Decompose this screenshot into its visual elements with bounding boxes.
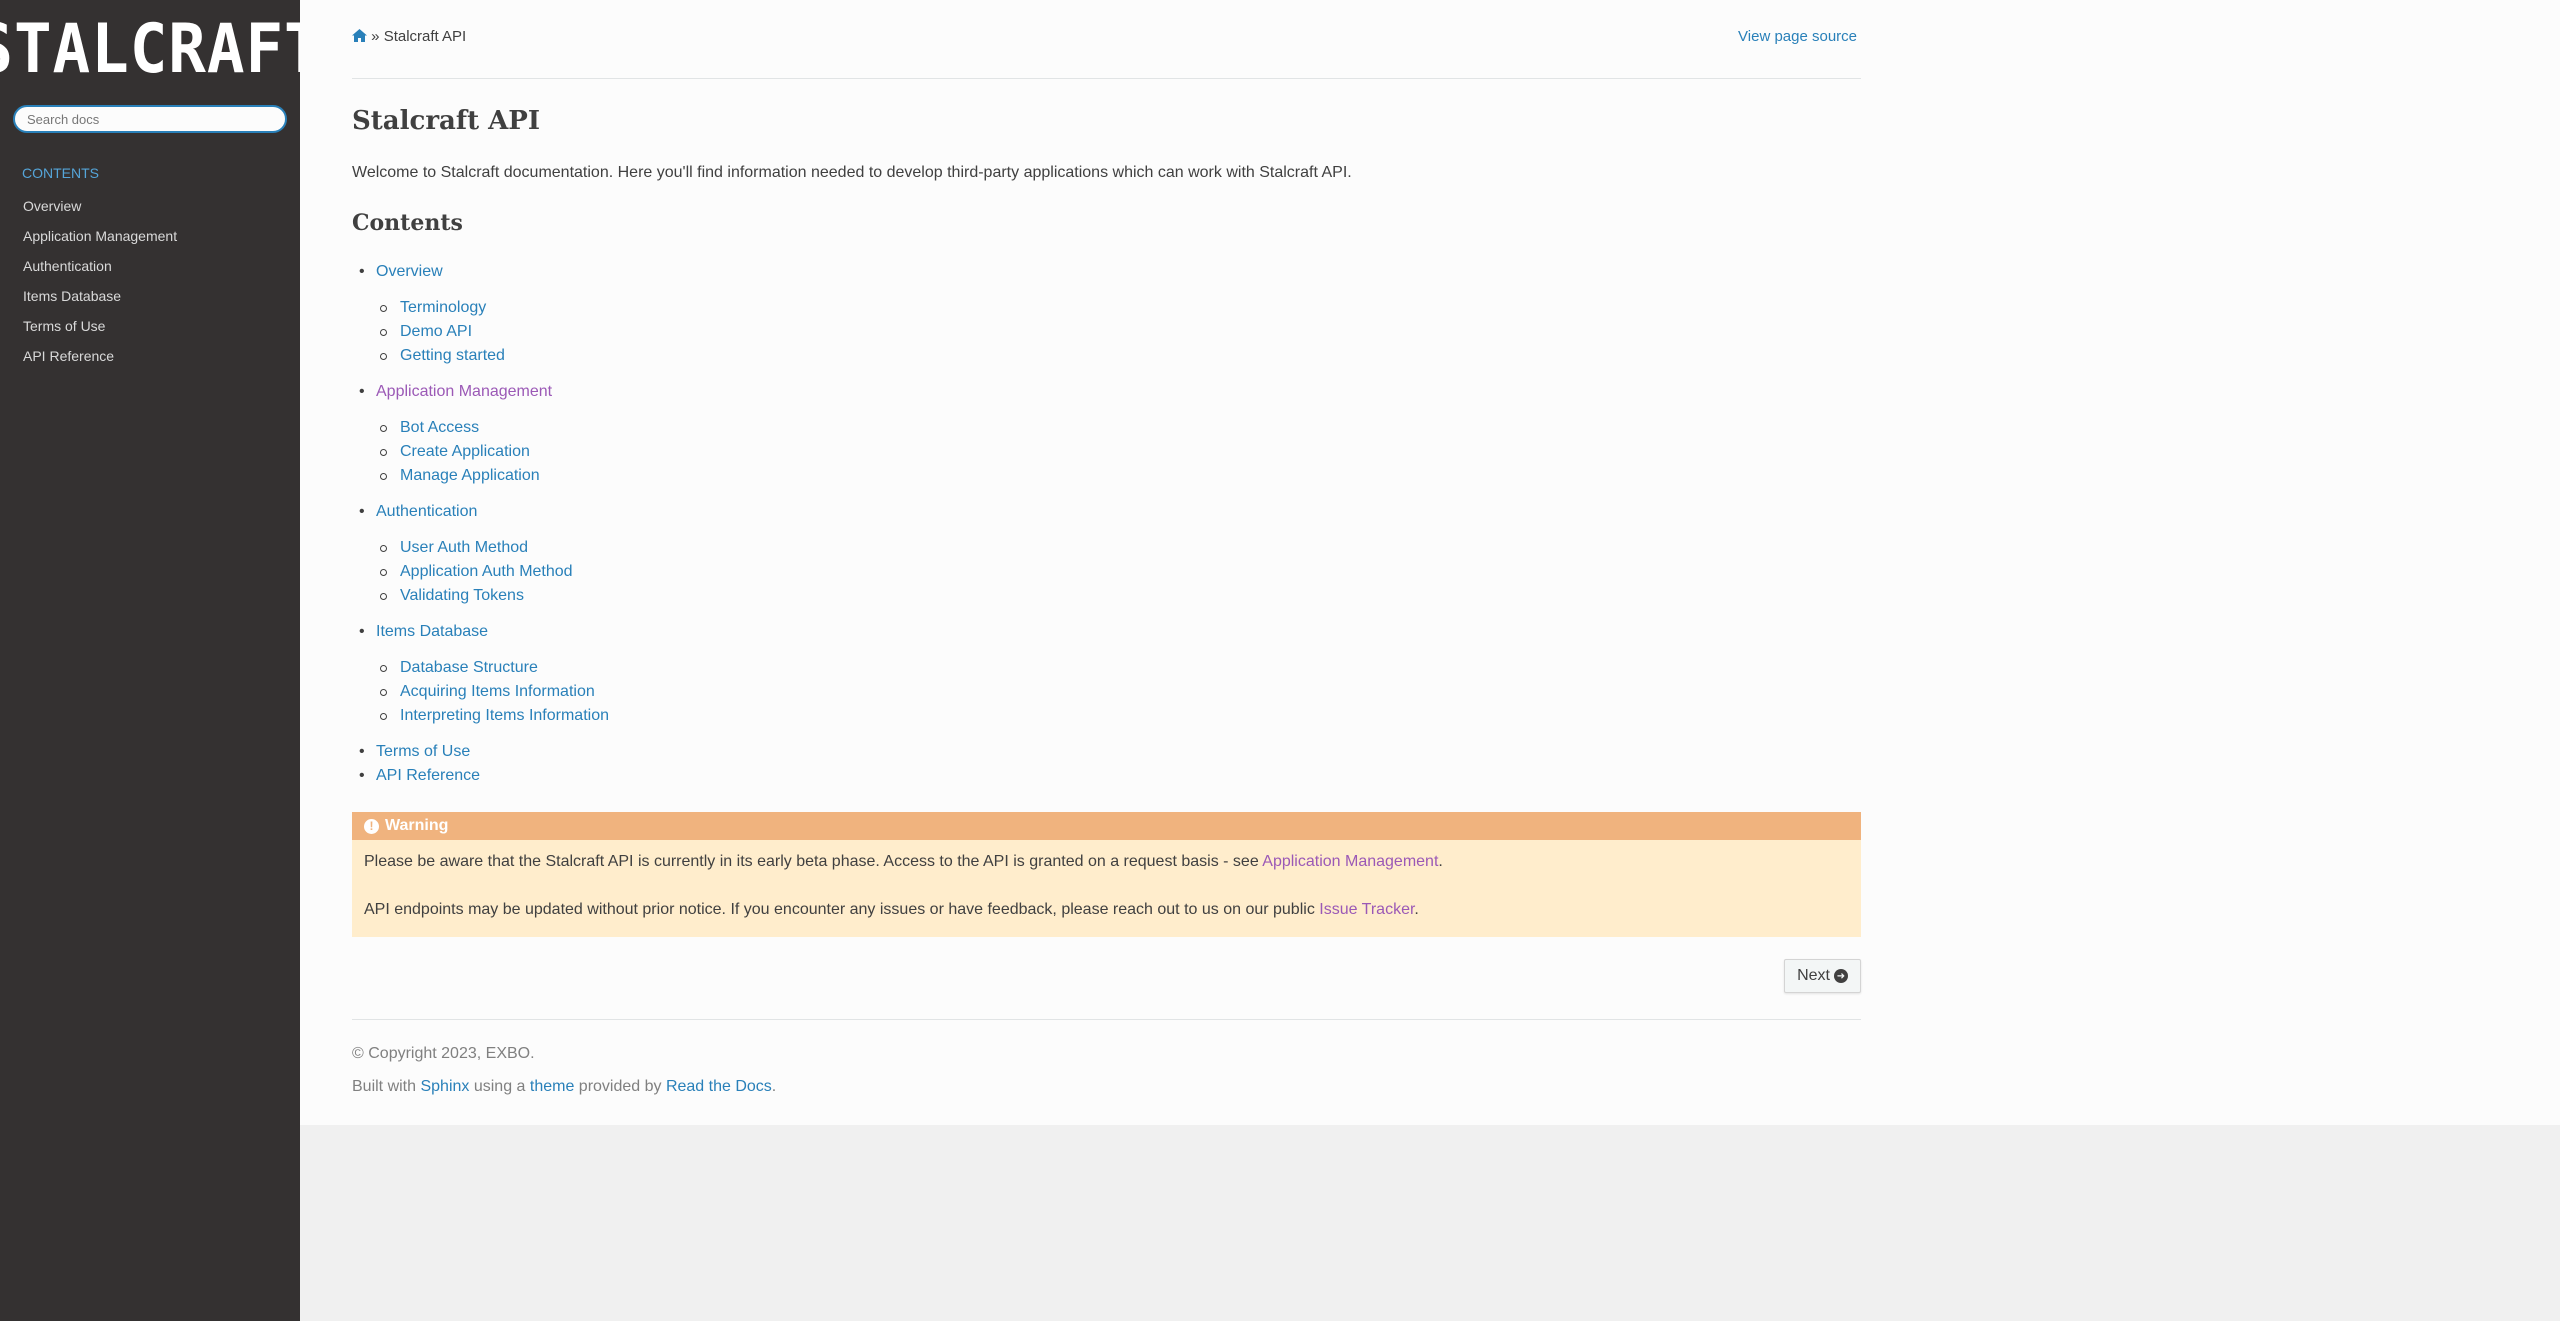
toc-subitem: Manage Application [376, 464, 609, 488]
toc-subitem: Bot Access [376, 416, 609, 440]
toc-item: Terms of Use [352, 740, 609, 764]
toc-link-terms-of-use[interactable]: Terms of Use [376, 743, 470, 760]
copyright: © Copyright 2023, EXBO. [352, 1045, 535, 1062]
footer-divider [352, 1019, 1861, 1020]
breadcrumb-current: Stalcraft API [383, 28, 467, 45]
toc-link-application-management[interactable]: Application Management [376, 383, 552, 400]
toc-subitem: Terminology [376, 296, 609, 320]
toc-link-terminology[interactable]: Terminology [400, 299, 486, 316]
toc-link-authentication[interactable]: Authentication [376, 503, 477, 520]
sidebar: STALCRAFT CONTENTS Overview Application … [0, 0, 322, 1321]
arrow-circle-right-icon: ➜ [1834, 969, 1848, 983]
toc-link-items-database[interactable]: Items Database [376, 623, 488, 640]
warning-title: ! Warning [352, 812, 1861, 840]
theme-link[interactable]: theme [530, 1078, 574, 1095]
toc-subitem: Application Auth Method [376, 560, 609, 584]
stalcraft-logo[interactable]: STALCRAFT [0, 16, 322, 84]
view-page-source-link[interactable]: View page source [1738, 28, 1857, 45]
sidebar-item-application-management[interactable]: Application Management [0, 224, 300, 254]
sidebar-item-api-reference[interactable]: API Reference [0, 344, 300, 374]
warning-admonition: ! Warning Please be aware that the Stalc… [352, 812, 1861, 937]
table-of-contents: Overview Terminology Demo API Getting st… [352, 260, 609, 800]
toc-link-demo-api[interactable]: Demo API [400, 323, 472, 340]
warning-text: API endpoints may be updated without pri… [364, 901, 1320, 918]
toc-link-acquiring-items-information[interactable]: Acquiring Items Information [400, 683, 595, 700]
footer-text: Built with [352, 1078, 421, 1095]
toc-link-manage-application[interactable]: Manage Application [400, 467, 540, 484]
toc-item: Application Management Bot Access Create… [352, 380, 609, 488]
toc-link-create-application[interactable]: Create Application [400, 443, 530, 460]
toc-link-interpreting-items-information[interactable]: Interpreting Items Information [400, 707, 609, 724]
sidebar-item-terms-of-use[interactable]: Terms of Use [0, 314, 300, 344]
toc-subitem: Create Application [376, 440, 609, 464]
footer-text: . [771, 1078, 777, 1095]
sidebar-nav: Overview Application Management Authenti… [0, 194, 300, 374]
toc-subitem: Acquiring Items Information [376, 680, 609, 704]
toc-link-bot-access[interactable]: Bot Access [400, 419, 479, 436]
sidebar-item-overview[interactable]: Overview [0, 194, 300, 224]
toc-link-overview[interactable]: Overview [376, 263, 443, 280]
toc-item: Authentication User Auth Method Applicat… [352, 500, 609, 608]
warning-title-text: Warning [385, 817, 449, 834]
toc-subitem: Interpreting Items Information [376, 704, 609, 728]
sphinx-link[interactable]: Sphinx [420, 1078, 469, 1095]
toc-item: Overview Terminology Demo API Getting st… [352, 260, 609, 368]
toc-link-getting-started[interactable]: Getting started [400, 347, 505, 364]
toc-subitem: Database Structure [376, 656, 609, 680]
built-with: Built with Sphinx using a theme provided… [352, 1078, 776, 1096]
issue-tracker-link[interactable]: Issue Tracker [1319, 901, 1414, 918]
footer-text: using a [469, 1078, 530, 1095]
warning-text-end: . [1438, 853, 1443, 870]
warning-text-end: . [1414, 901, 1419, 918]
intro-paragraph: Welcome to Stalcraft documentation. Here… [352, 164, 1352, 181]
toc-item: Items Database Database Structure Acquir… [352, 620, 609, 728]
header-divider [352, 78, 1861, 79]
toc-link-database-structure[interactable]: Database Structure [400, 659, 538, 676]
contents-heading: Contents [352, 210, 463, 236]
toc-subitem: Demo API [376, 320, 609, 344]
warning-paragraph-endpoints: API endpoints may be updated without pri… [352, 901, 1419, 919]
warning-text: Please be aware that the Stalcraft API i… [364, 853, 1263, 870]
toc-link-application-auth-method[interactable]: Application Auth Method [400, 563, 573, 580]
breadcrumb-separator: » [371, 28, 380, 45]
toc-subitem: Getting started [376, 344, 609, 368]
search-input[interactable] [13, 105, 287, 133]
toc-link-user-auth-method[interactable]: User Auth Method [400, 539, 528, 556]
next-button[interactable]: Next ➜ [1784, 959, 1861, 993]
toc-item: API Reference [352, 764, 609, 788]
sidebar-caption: CONTENTS [22, 165, 99, 181]
toc-link-validating-tokens[interactable]: Validating Tokens [400, 587, 524, 604]
footer-text: provided by [574, 1078, 666, 1095]
main-content: » Stalcraft API View page source Stalcra… [300, 0, 2560, 1125]
home-icon[interactable] [352, 28, 371, 45]
toc-subitem: User Auth Method [376, 536, 609, 560]
next-label: Next [1797, 967, 1830, 984]
exclamation-circle-icon: ! [364, 818, 379, 834]
toc-link-api-reference[interactable]: API Reference [376, 767, 480, 784]
breadcrumb: » Stalcraft API View page source [352, 28, 1861, 50]
warning-paragraph-beta: Please be aware that the Stalcraft API i… [352, 853, 1443, 871]
toc-subitem: Validating Tokens [376, 584, 609, 608]
sidebar-item-items-database[interactable]: Items Database [0, 284, 300, 314]
application-management-link[interactable]: Application Management [1262, 853, 1438, 870]
sidebar-item-authentication[interactable]: Authentication [0, 254, 300, 284]
read-the-docs-link[interactable]: Read the Docs [666, 1078, 772, 1095]
page-title: Stalcraft API [352, 106, 541, 136]
